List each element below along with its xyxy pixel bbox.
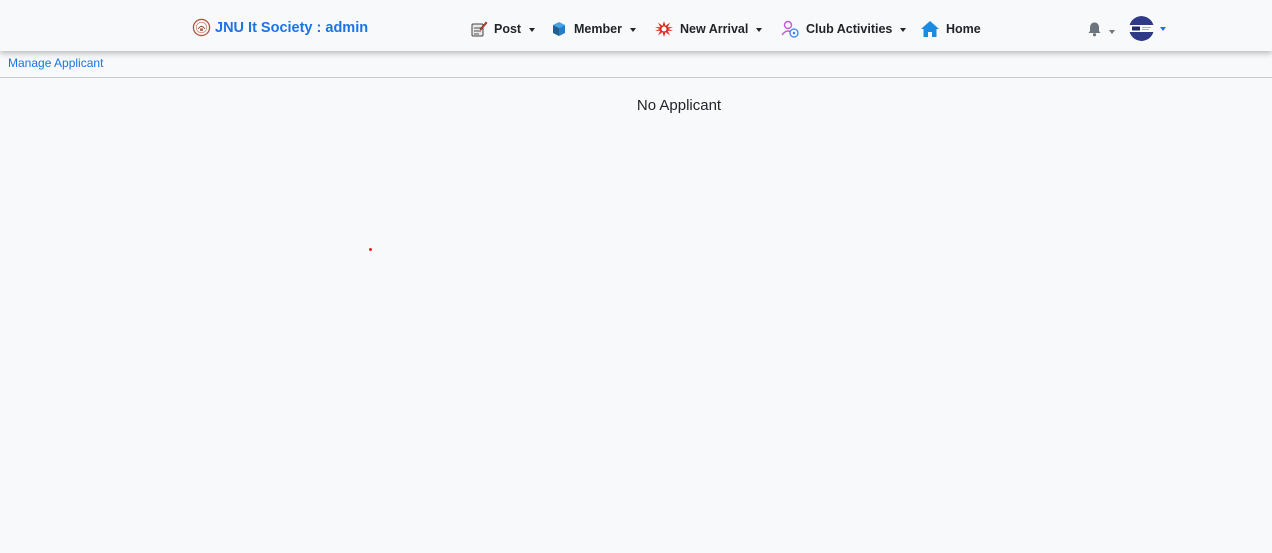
chevron-down-icon bbox=[529, 27, 536, 32]
nav-club-activities-label: Club Activities bbox=[806, 22, 893, 36]
empty-state-container: No Applicant bbox=[0, 97, 1272, 114]
nav-club-activities[interactable]: Club Activities bbox=[780, 18, 907, 40]
club-activities-icon bbox=[780, 19, 800, 39]
notifications-dropdown[interactable] bbox=[1087, 21, 1115, 42]
nav-home-label: Home bbox=[946, 22, 981, 36]
empty-state-message: No Applicant bbox=[636, 97, 722, 114]
brand-link[interactable]: JNU It Society : admin bbox=[192, 18, 368, 37]
chevron-down-icon bbox=[629, 27, 636, 32]
avatar bbox=[1129, 16, 1154, 41]
nav-new-arrival-label: New Arrival bbox=[680, 22, 749, 36]
brand-title: JNU It Society : admin bbox=[215, 19, 369, 36]
home-icon bbox=[920, 20, 940, 38]
chevron-down-icon bbox=[756, 27, 763, 32]
top-navbar: JNU It Society : admin Post Member New A… bbox=[0, 0, 1272, 51]
nav-home[interactable]: Home bbox=[920, 18, 981, 40]
user-menu-dropdown[interactable] bbox=[1129, 16, 1166, 41]
post-icon bbox=[470, 20, 488, 38]
member-cube-icon bbox=[550, 20, 568, 38]
nav-member[interactable]: Member bbox=[550, 18, 636, 40]
cursor-dot bbox=[369, 248, 372, 251]
nav-new-arrival[interactable]: New Arrival bbox=[654, 18, 763, 40]
nav-post[interactable]: Post bbox=[470, 18, 536, 40]
sub-navbar: Manage Applicant bbox=[0, 51, 1272, 78]
nav-post-label: Post bbox=[494, 22, 522, 36]
chevron-down-icon bbox=[1160, 27, 1166, 31]
starburst-icon bbox=[654, 20, 674, 38]
chevron-down-icon bbox=[900, 27, 907, 32]
chevron-down-icon bbox=[1109, 30, 1115, 34]
bell-icon bbox=[1087, 21, 1102, 42]
manage-applicant-link[interactable]: Manage Applicant bbox=[8, 56, 103, 70]
nav-member-label: Member bbox=[574, 22, 622, 36]
society-logo-icon bbox=[192, 18, 211, 37]
